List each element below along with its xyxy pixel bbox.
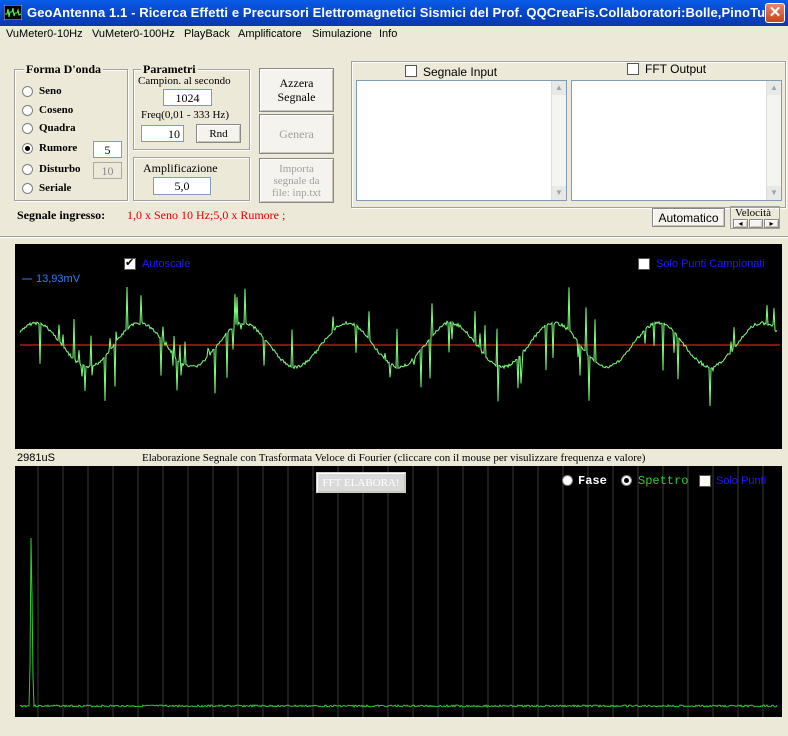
radio-spettro[interactable] — [621, 475, 632, 486]
velocita-control: Velocità ◂ ▸ — [730, 206, 780, 229]
radio-rumore-label: Rumore — [39, 142, 78, 154]
radio-disturbo[interactable] — [22, 164, 33, 175]
amplificazione-label: Amplificazione — [143, 161, 218, 175]
menu-info[interactable]: Info — [379, 28, 397, 40]
fft-grid — [37, 466, 764, 717]
oscilloscope-panel[interactable]: Autoscale Solo Punti Campionati 13,93mV — [15, 244, 782, 449]
freq-label: Freq(0,01 - 333 Hz) — [141, 109, 229, 121]
fft-panel[interactable]: FFT ELABORA! Fase Spettro Solo Punti — [15, 466, 782, 717]
title-bar[interactable]: GeoAntenna 1.1 - Ricerca Effetti e Precu… — [0, 0, 788, 26]
signal-trace — [19, 286, 778, 407]
segnale-input-scrollbar[interactable]: ▲ ▼ — [551, 81, 566, 200]
radio-disturbo-label: Disturbo — [39, 163, 81, 175]
scroll-down-icon[interactable]: ▼ — [552, 186, 566, 200]
app-icon — [4, 5, 22, 20]
automatico-button[interactable]: Automatico — [652, 208, 725, 227]
scroll-down-icon[interactable]: ▼ — [767, 186, 781, 200]
radio-seriale[interactable] — [22, 183, 33, 194]
scroll-up-icon[interactable]: ▲ — [767, 81, 781, 95]
radio-fase-label: Fase — [578, 474, 607, 488]
campion-input[interactable]: 1024 — [163, 89, 212, 106]
solo-punti-label: Solo Punti — [716, 475, 767, 487]
velocita-slow-button[interactable] — [749, 219, 763, 228]
solo-punti-campionati-checkbox[interactable] — [638, 258, 650, 270]
menu-bar: VuMeter0-10Hz VuMeter0-100Hz PlayBack Am… — [0, 26, 788, 44]
campion-label: Campion. al secondo — [138, 75, 231, 87]
segnale-input-label: Segnale Input — [423, 65, 498, 79]
radio-quadra-label: Quadra — [39, 122, 76, 134]
menu-simulazione[interactable]: Simulazione — [312, 28, 372, 40]
amplitude-label: 13,93mV — [36, 273, 81, 285]
autoscale-label: Autoscale — [142, 258, 191, 270]
velocita-increase-button[interactable]: ▸ — [764, 219, 779, 228]
genera-button[interactable]: Genera — [259, 114, 334, 154]
autoscale-checkbox[interactable] — [124, 256, 136, 270]
rnd-button[interactable]: Rnd — [196, 124, 241, 143]
oscilloscope-plot[interactable] — [15, 244, 782, 449]
radio-coseno[interactable] — [22, 105, 33, 116]
menu-amplificatore[interactable]: Amplificatore — [238, 28, 302, 40]
fft-output-label: FFT Output — [645, 62, 707, 76]
time-label: 2981uS — [17, 452, 55, 464]
divider — [0, 236, 788, 238]
radio-coseno-label: Coseno — [39, 104, 74, 116]
importa-segnale-button[interactable]: Importa segnale da file: inp.txt — [259, 158, 334, 203]
freq-input[interactable]: 10 — [141, 125, 184, 142]
segnale-input-checkbox[interactable] — [405, 65, 417, 77]
solo-punti-campionati-label: Solo Punti Campionati — [656, 258, 765, 270]
radio-rumore[interactable] — [22, 143, 33, 154]
scroll-up-icon[interactable]: ▲ — [552, 81, 566, 95]
window-title: GeoAntenna 1.1 - Ricerca Effetti e Precu… — [27, 5, 773, 20]
velocita-decrease-button[interactable]: ◂ — [733, 219, 748, 228]
segnale-input-list[interactable]: ▲ ▼ — [356, 80, 567, 201]
fft-output-checkbox[interactable] — [627, 63, 639, 75]
radio-seno-label: Seno — [39, 85, 62, 97]
segnale-ingresso-value: 1,0 x Seno 10 Hz;5,0 x Rumore ; — [127, 208, 286, 222]
forma-onda-title: Forma D'onda — [24, 62, 103, 77]
rumore-amount-input[interactable]: 5 — [93, 141, 122, 158]
fft-caption: Elaborazione Segnale con Trasformata Vel… — [142, 452, 646, 464]
radio-spettro-label: Spettro — [638, 474, 689, 488]
azzera-segnale-button[interactable]: Azzera Segnale — [259, 68, 334, 112]
radio-seno[interactable] — [22, 86, 33, 97]
fft-elabora-button[interactable]: FFT ELABORA! — [316, 472, 406, 493]
menu-vumeter-10hz[interactable]: VuMeter0-10Hz — [6, 28, 83, 40]
fft-output-list[interactable]: ▲ ▼ — [571, 80, 782, 201]
menu-vumeter-100hz[interactable]: VuMeter0-100Hz — [92, 28, 175, 40]
amplificazione-input[interactable]: 5,0 — [153, 177, 211, 195]
close-button[interactable]: ✕ — [765, 3, 785, 23]
radio-seriale-label: Seriale — [39, 182, 72, 194]
solo-punti-checkbox[interactable] — [699, 475, 711, 487]
fft-spectrum-plot[interactable] — [15, 466, 782, 717]
segnale-ingresso-label: Segnale ingresso: — [17, 208, 106, 222]
radio-fase[interactable] — [562, 475, 573, 486]
radio-quadra[interactable] — [22, 123, 33, 134]
disturbo-amount-input[interactable]: 10 — [93, 162, 122, 179]
menu-playback[interactable]: PlayBack — [184, 28, 230, 40]
fft-output-scrollbar[interactable]: ▲ ▼ — [766, 81, 781, 200]
